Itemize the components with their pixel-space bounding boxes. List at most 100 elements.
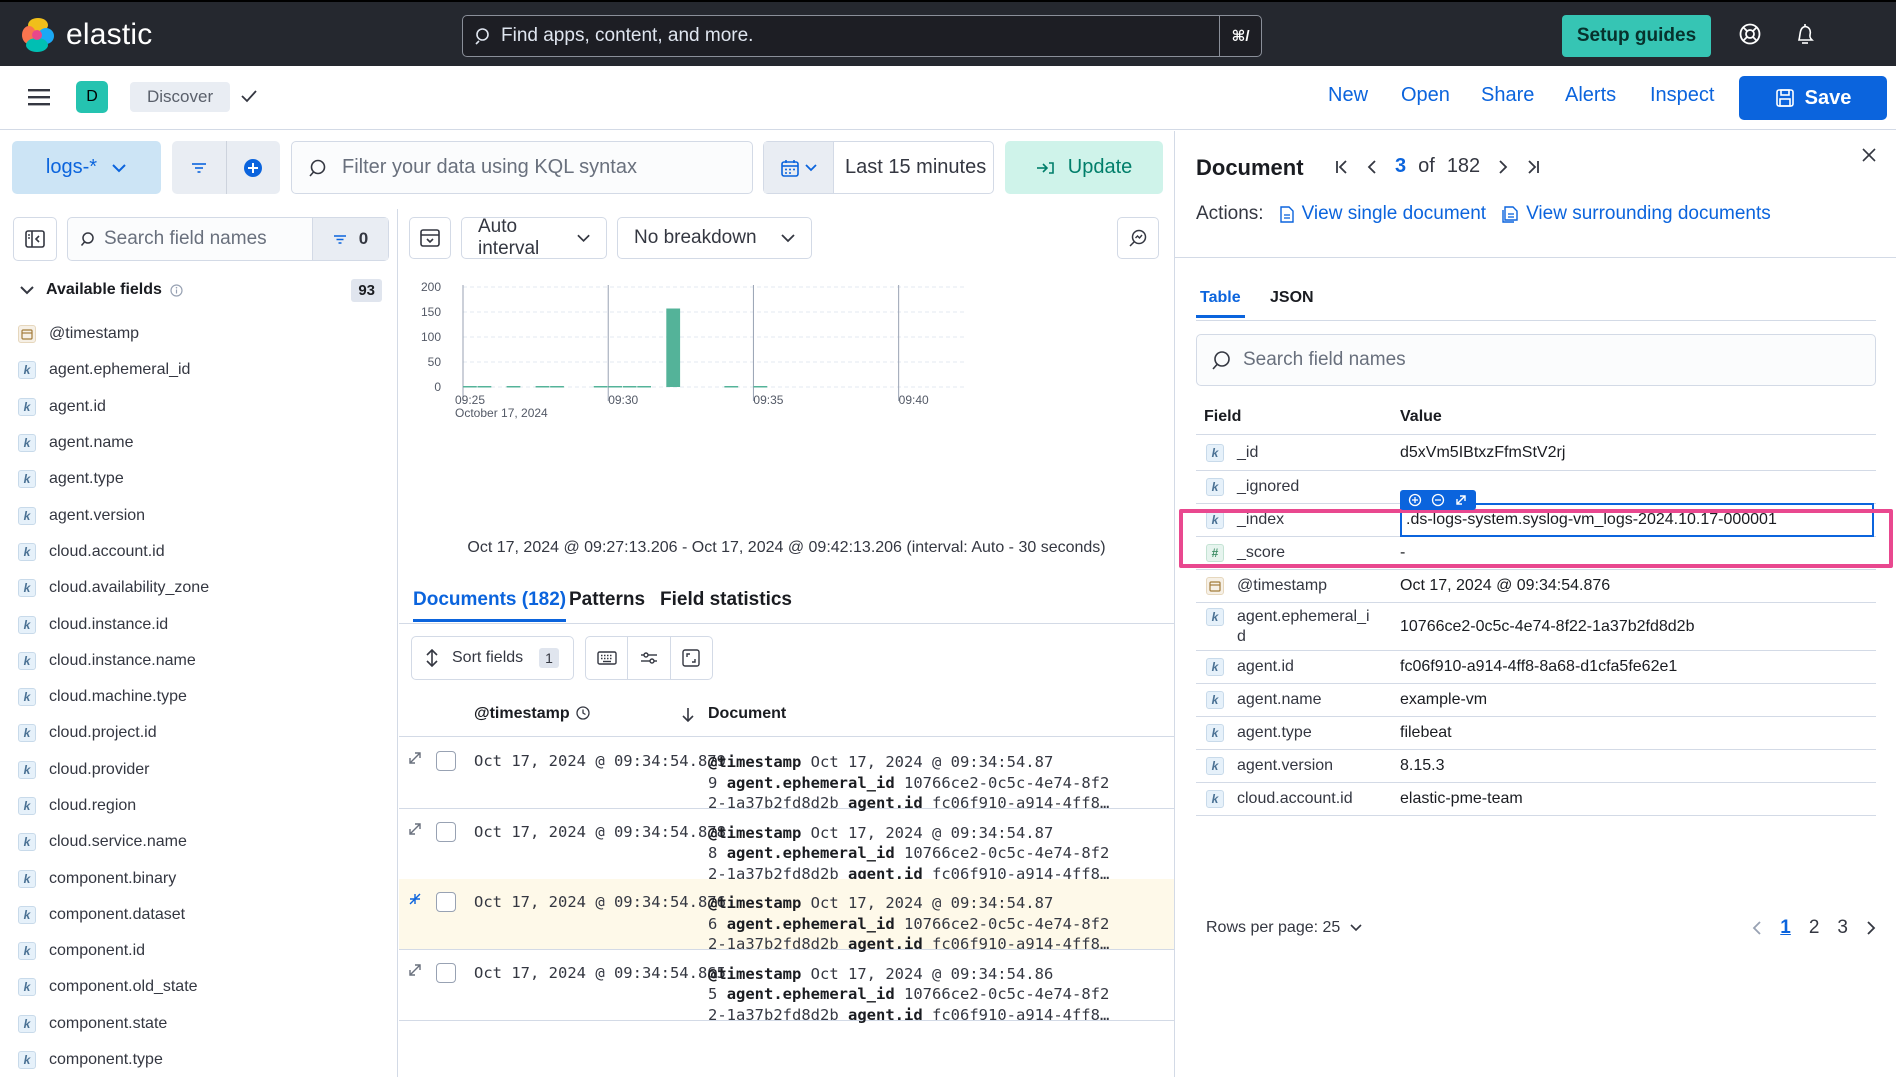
document-field-row[interactable]: k _ignored <box>1196 471 1876 504</box>
interval-dropdown[interactable]: Auto interval <box>461 216 607 259</box>
document-field-row[interactable]: k agent.version 8.15.3 <box>1196 750 1876 783</box>
document-field-row[interactable]: k _index .ds-logs-system.syslog-vm_logs-20… <box>1196 503 1876 537</box>
toggle-chart-button[interactable] <box>409 217 451 259</box>
add-filter-button[interactable] <box>227 141 281 194</box>
collapse-sidebar-button[interactable] <box>13 217 57 261</box>
last-page-icon[interactable] <box>1526 159 1540 175</box>
value-cell[interactable]: fc06f910-a914-4ff8-8a68-d1cfa5fe62e1 <box>1400 658 1876 676</box>
field-list-item[interactable]: k component.state <box>18 1006 388 1042</box>
view-surrounding-documents-link[interactable]: View surrounding documents <box>1502 203 1771 225</box>
space-avatar[interactable]: D <box>76 81 108 113</box>
data-view-picker[interactable]: logs-* <box>12 141 161 194</box>
value-cell[interactable]: d5xVm5IBtxzFfmStV2rj <box>1400 444 1876 462</box>
breadcrumb-discover[interactable]: Discover <box>130 82 231 112</box>
col-document-header[interactable]: Document <box>708 705 786 723</box>
date-picker[interactable]: Last 15 minutes <box>763 141 994 194</box>
field-search-input[interactable] <box>104 228 312 250</box>
field-list-item[interactable]: k agent.name <box>18 425 388 461</box>
field-list-item[interactable]: k component.dataset <box>18 897 388 933</box>
expand-row-icon[interactable] <box>407 962 423 983</box>
field-list-item[interactable]: k agent.ephemeral_id <box>18 352 388 388</box>
flyout-search-input[interactable] <box>1243 349 1875 371</box>
document-field-row[interactable]: k cloud.account.id elastic-pme-team <box>1196 783 1876 816</box>
document-field-row[interactable]: k agent.ephemeral_i d 10766ce2-0c5c-4e74-8… <box>1196 603 1876 651</box>
previous-page-icon[interactable] <box>1752 920 1762 936</box>
table-row[interactable]: Oct 17, 2024 @ 09:34:54.865 @timestamp Oc… <box>399 950 1174 1024</box>
page-button[interactable]: 1 <box>1780 917 1791 939</box>
tab-field-statistics[interactable]: Field statistics <box>660 589 792 611</box>
document-field-row[interactable]: k _id d5xVm5IBtxzFfmStV2rj <box>1196 435 1876 471</box>
open-link[interactable]: Open <box>1401 84 1450 107</box>
sort-fields-button[interactable]: Sort fields 1 <box>411 636 574 680</box>
field-list-item[interactable]: k agent.type <box>18 461 388 497</box>
breakdown-dropdown[interactable]: No breakdown <box>617 217 812 259</box>
field-list-item[interactable]: k component.old_state <box>18 969 388 1005</box>
value-cell[interactable]: filebeat <box>1400 724 1876 742</box>
col-timestamp-header[interactable]: @timestamp <box>474 705 590 723</box>
next-page-icon[interactable] <box>1866 920 1876 936</box>
setup-guides-button[interactable]: Setup guides <box>1562 15 1711 57</box>
field-list-item[interactable]: k cloud.project.id <box>18 715 388 751</box>
tab-patterns[interactable]: Patterns <box>569 589 645 611</box>
row-checkbox[interactable] <box>436 821 456 842</box>
page-button[interactable]: 2 <box>1809 917 1820 939</box>
view-single-document-link[interactable]: View single document <box>1279 203 1486 225</box>
next-icon[interactable] <box>1498 159 1508 175</box>
value-cell[interactable]: Oct 17, 2024 @ 09:34:54.876 <box>1400 577 1876 595</box>
table-row[interactable]: Oct 17, 2024 @ 09:34:54.879 @timestamp Oc… <box>399 738 1174 812</box>
flyout-field-search[interactable] <box>1196 334 1876 386</box>
document-field-row[interactable]: # _score - <box>1196 537 1876 570</box>
elastic-logo[interactable]: elastic <box>22 18 152 52</box>
previous-icon[interactable] <box>1367 159 1377 175</box>
expand-icon[interactable] <box>1454 493 1468 507</box>
new-link[interactable]: New <box>1328 84 1368 107</box>
tab-json[interactable]: JSON <box>1270 289 1314 307</box>
filter-menu-button[interactable] <box>172 141 227 194</box>
table-row[interactable]: Oct 17, 2024 @ 09:34:54.876 @timestamp Oc… <box>399 879 1174 953</box>
field-list-item[interactable]: k component.id <box>18 933 388 969</box>
close-icon[interactable] <box>1861 147 1877 163</box>
field-type-filter-button[interactable]: 0 <box>312 218 388 260</box>
update-button[interactable]: Update <box>1005 141 1163 194</box>
expand-row-icon[interactable] <box>407 821 423 842</box>
sort-descending-icon[interactable] <box>681 707 695 723</box>
field-list-item[interactable]: k agent.id <box>18 389 388 425</box>
value-cell[interactable]: - <box>1400 544 1876 562</box>
field-list-item[interactable]: @timestamp <box>18 316 388 352</box>
value-cell[interactable]: elastic-pme-team <box>1400 790 1876 808</box>
filter-in-icon[interactable] <box>1408 493 1422 507</box>
kql-input[interactable] <box>342 156 752 179</box>
available-fields-header[interactable]: Available fields 93 <box>20 275 382 305</box>
field-list-item[interactable]: k cloud.service.name <box>18 824 388 860</box>
share-link[interactable]: Share <box>1481 84 1534 107</box>
quick-menu-button[interactable] <box>764 142 834 193</box>
expand-row-icon[interactable] <box>407 750 423 771</box>
rows-per-page-button[interactable]: Rows per page: 25 <box>1196 919 1362 937</box>
save-button[interactable]: Save <box>1739 76 1887 120</box>
expand-row-icon[interactable] <box>407 891 423 912</box>
field-list-item[interactable]: k component.binary <box>18 860 388 896</box>
notifications-icon[interactable] <box>1793 22 1817 46</box>
global-search[interactable]: Find apps, content, and more. ⌘/ <box>462 15 1262 57</box>
value-cell[interactable]: 8.15.3 <box>1400 757 1876 775</box>
row-checkbox[interactable] <box>436 892 456 912</box>
field-list-item[interactable]: k cloud.region <box>18 788 388 824</box>
display-settings-button[interactable] <box>628 637 671 679</box>
field-list-item[interactable]: k cloud.account.id <box>18 534 388 570</box>
keyboard-shortcuts-button[interactable] <box>586 637 629 679</box>
value-cell[interactable]: example-vm <box>1400 691 1876 709</box>
fullscreen-button[interactable] <box>671 637 712 679</box>
document-field-row[interactable]: k agent.name example-vm <box>1196 684 1876 717</box>
field-list-item[interactable]: k cloud.provider <box>18 752 388 788</box>
field-list-item[interactable]: k agent.version <box>18 497 388 533</box>
field-list-item[interactable]: k cloud.instance.id <box>18 606 388 642</box>
field-list-item[interactable]: k cloud.instance.name <box>18 643 388 679</box>
document-field-row[interactable]: k agent.id fc06f910-a914-4ff8-8a68-d1cfa5f… <box>1196 651 1876 684</box>
filter-out-icon[interactable] <box>1431 493 1445 507</box>
kql-query-field[interactable] <box>291 141 753 194</box>
alerts-link[interactable]: Alerts <box>1565 84 1616 107</box>
row-checkbox[interactable] <box>436 751 456 771</box>
chart-options-button[interactable] <box>1117 217 1159 259</box>
menu-icon[interactable] <box>28 87 50 107</box>
tab-documents[interactable]: Documents (182) <box>413 589 567 622</box>
